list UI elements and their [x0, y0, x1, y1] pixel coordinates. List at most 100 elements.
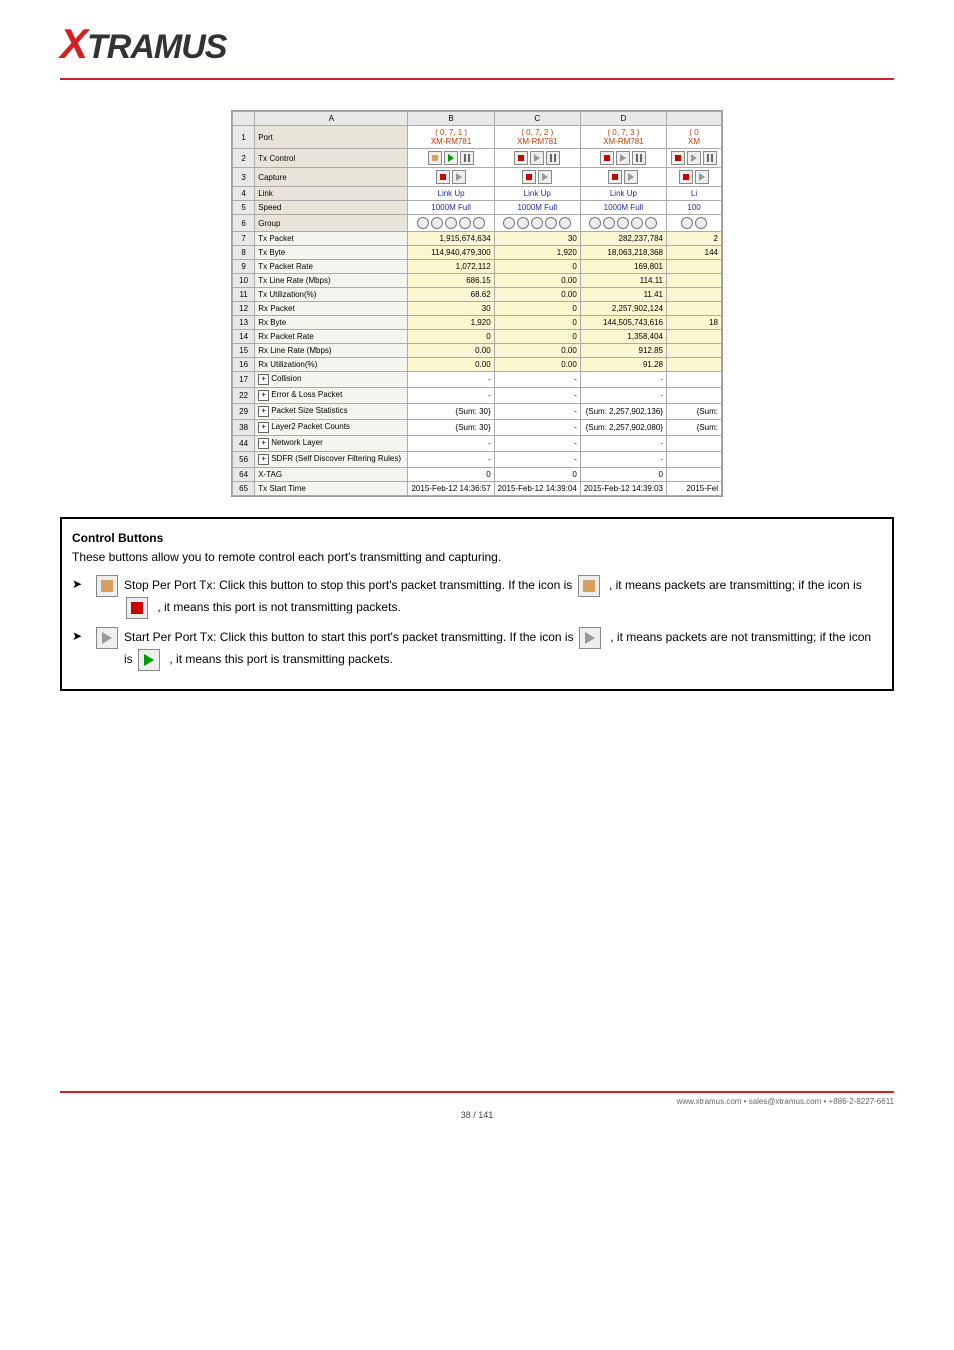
expand-icon[interactable]: +	[258, 374, 269, 385]
row-num: 14	[233, 330, 255, 344]
value-cell: 0	[494, 302, 580, 316]
port-cell[interactable]: ( 0, 7, 3 )XM-RM781	[580, 126, 666, 149]
value-cell: -	[408, 372, 494, 388]
value-cell: 2015-Feb-12 14:39:04	[494, 482, 580, 496]
port-cell[interactable]: ( 0XM	[667, 126, 722, 149]
group-icon[interactable]	[503, 217, 515, 229]
expand-icon[interactable]: +	[258, 422, 269, 433]
group-icon[interactable]	[603, 217, 615, 229]
group-icon[interactable]	[645, 217, 657, 229]
row-label: +Layer2 Packet Counts	[255, 420, 408, 436]
stop-icon[interactable]	[522, 170, 536, 184]
play-icon[interactable]	[624, 170, 638, 184]
row-num: 3	[233, 168, 255, 187]
group-icon[interactable]	[431, 217, 443, 229]
value-cell: -	[494, 436, 580, 452]
play-icon[interactable]	[695, 170, 709, 184]
expand-icon[interactable]: +	[258, 454, 269, 465]
row-num: 38	[233, 420, 255, 436]
stop-icon[interactable]	[600, 151, 614, 165]
value-cell: 144	[667, 246, 722, 260]
group-icon[interactable]	[417, 217, 429, 229]
desc-sub: These buttons allow you to remote contro…	[72, 548, 882, 567]
value-cell: 144,505,743,616	[580, 316, 666, 330]
group-icon[interactable]	[631, 217, 643, 229]
group-icon[interactable]	[445, 217, 457, 229]
row-num: 11	[233, 288, 255, 302]
row-label: +Error & Loss Packet	[255, 388, 408, 404]
play-green-icon	[138, 649, 160, 671]
value-cell: -	[580, 452, 666, 468]
play-icon[interactable]	[538, 170, 552, 184]
col-hdr: A	[255, 112, 408, 126]
value-cell: 686.15	[408, 274, 494, 288]
pause-icon[interactable]	[546, 151, 560, 165]
value-cell: 169,801	[580, 260, 666, 274]
value-cell: -	[494, 372, 580, 388]
value-cell	[667, 274, 722, 288]
stop-icon[interactable]	[671, 151, 685, 165]
value-cell: 30	[494, 232, 580, 246]
row-num: 1	[233, 126, 255, 149]
header-rule	[60, 78, 894, 80]
play-icon[interactable]	[616, 151, 630, 165]
row-num: 56	[233, 452, 255, 468]
pause-icon[interactable]	[632, 151, 646, 165]
group-icon[interactable]	[589, 217, 601, 229]
group-icon[interactable]	[695, 217, 707, 229]
group-cell	[580, 215, 666, 232]
port-cell[interactable]: ( 0, 7, 1 )XM-RM781	[408, 126, 494, 149]
row-num: 5	[233, 201, 255, 215]
value-cell: {Sum: 30}	[408, 420, 494, 436]
value-cell: 2015-Feb-12 14:36:57	[408, 482, 494, 496]
stop-icon[interactable]	[428, 151, 442, 165]
row-label: +Collision	[255, 372, 408, 388]
row-num: 64	[233, 468, 255, 482]
pause-icon[interactable]	[460, 151, 474, 165]
row-label: +Network Layer	[255, 436, 408, 452]
play-icon[interactable]	[444, 151, 458, 165]
value-cell: 282,237,784	[580, 232, 666, 246]
value-cell	[667, 344, 722, 358]
group-icon[interactable]	[459, 217, 471, 229]
value-cell: -	[580, 388, 666, 404]
value-cell: Link Up	[494, 187, 580, 201]
group-icon[interactable]	[617, 217, 629, 229]
stop-icon[interactable]	[679, 170, 693, 184]
value-cell: Link Up	[408, 187, 494, 201]
row-label: Tx Start Time	[255, 482, 408, 496]
value-cell	[667, 330, 722, 344]
row-num: 10	[233, 274, 255, 288]
stop-icon[interactable]	[514, 151, 528, 165]
value-cell: -	[408, 452, 494, 468]
value-cell: 0	[494, 330, 580, 344]
value-cell: 30	[408, 302, 494, 316]
group-icon[interactable]	[545, 217, 557, 229]
group-icon[interactable]	[517, 217, 529, 229]
value-cell: 2015-Fel	[667, 482, 722, 496]
value-cell: -	[494, 404, 580, 420]
port-cell[interactable]: ( 0, 7, 2 )XM-RM781	[494, 126, 580, 149]
pause-icon[interactable]	[703, 151, 717, 165]
group-icon[interactable]	[531, 217, 543, 229]
play-icon[interactable]	[452, 170, 466, 184]
play-icon[interactable]	[687, 151, 701, 165]
value-cell: {Sum: 2,257,902,136}	[580, 404, 666, 420]
expand-icon[interactable]: +	[258, 390, 269, 401]
expand-icon[interactable]: +	[258, 438, 269, 449]
group-icon[interactable]	[559, 217, 571, 229]
value-cell: -	[580, 436, 666, 452]
play-icon[interactable]	[530, 151, 544, 165]
stop-icon[interactable]	[436, 170, 450, 184]
row-num: 4	[233, 187, 255, 201]
value-cell: 1,915,674,634	[408, 232, 494, 246]
row-label: Tx Utilization(%)	[255, 288, 408, 302]
group-icon[interactable]	[473, 217, 485, 229]
play-dim-icon	[579, 627, 601, 649]
value-cell: Link Up	[580, 187, 666, 201]
group-icon[interactable]	[681, 217, 693, 229]
desc-title: Control Buttons	[72, 529, 882, 548]
expand-icon[interactable]: +	[258, 406, 269, 417]
col-hdr: B	[408, 112, 494, 126]
stop-icon[interactable]	[608, 170, 622, 184]
